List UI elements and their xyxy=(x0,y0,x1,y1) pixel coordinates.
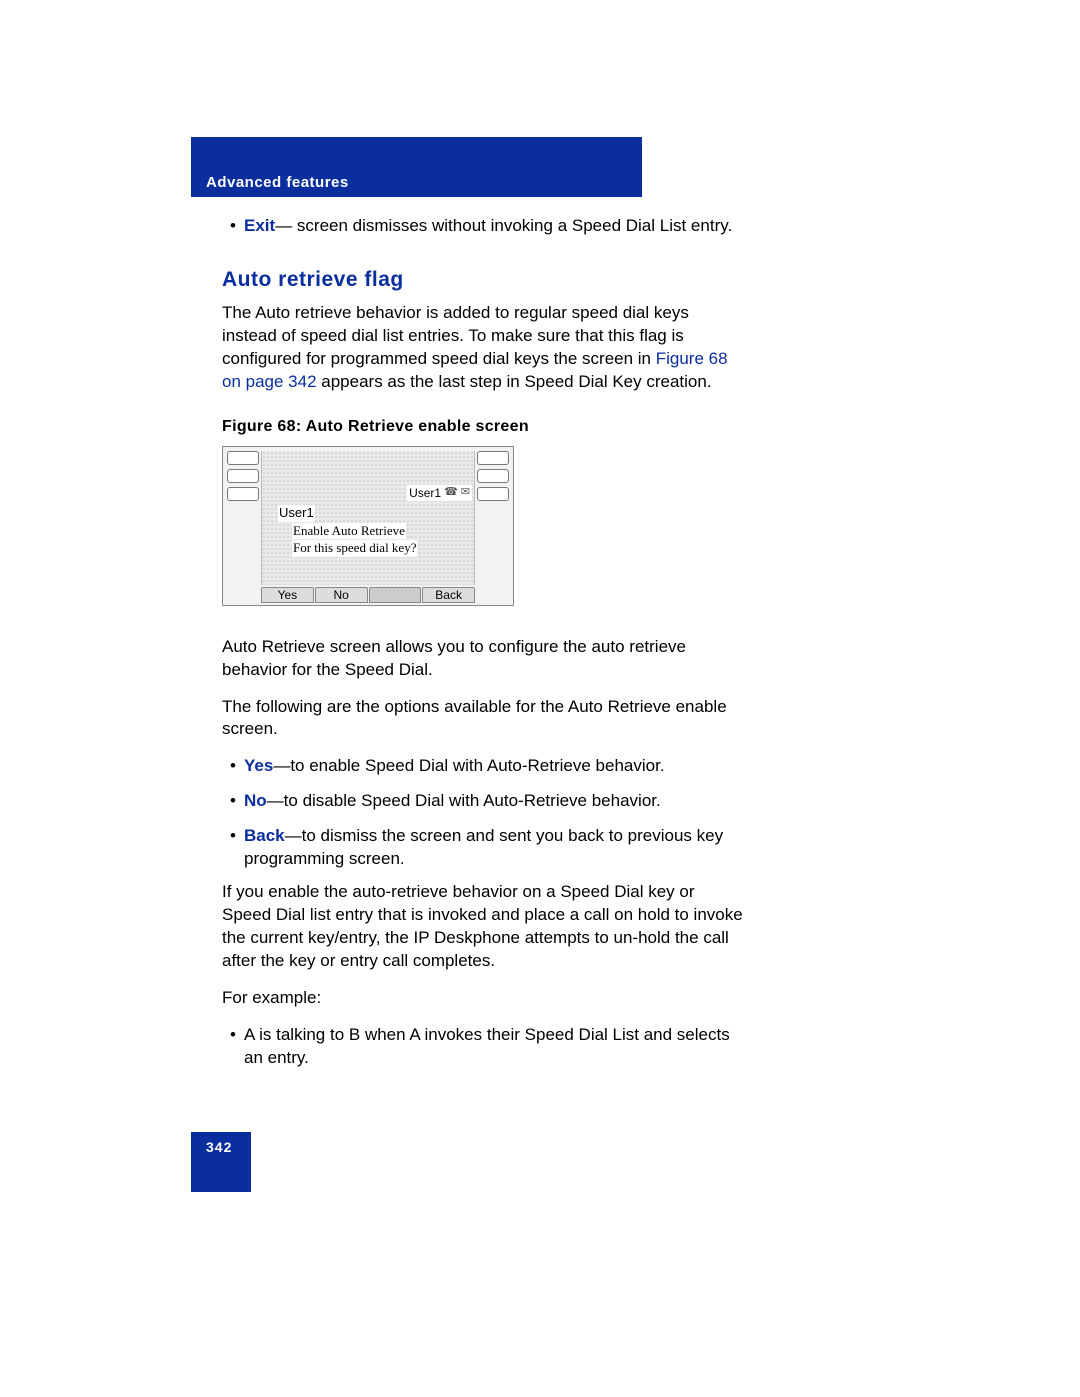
page-number: 342 xyxy=(206,1139,232,1155)
bullet-dot-icon: • xyxy=(222,755,244,778)
option-yes-desc: —to enable Speed Dial with Auto-Retrieve… xyxy=(273,756,664,775)
option-back-text: Back—to dismiss the screen and sent you … xyxy=(244,825,747,871)
option-no-row: • No—to disable Speed Dial with Auto-Ret… xyxy=(222,790,747,813)
option-no-desc: —to disable Speed Dial with Auto-Retriev… xyxy=(267,791,661,810)
option-back-row: • Back—to dismiss the screen and sent yo… xyxy=(222,825,747,871)
phone-line-2: Enable Auto Retrieve xyxy=(292,523,406,540)
phone-left-keys xyxy=(227,451,259,501)
option-back-label: Back xyxy=(244,826,285,845)
para-auto-1a: The Auto retrieve behavior is added to r… xyxy=(222,303,689,368)
bullet-exit: • Exit— screen dismisses without invokin… xyxy=(222,215,747,238)
example-bullet-row: • A is talking to B when A invokes their… xyxy=(222,1024,747,1070)
header-bar: Advanced features xyxy=(191,137,642,197)
softkey-no: No xyxy=(315,587,368,603)
paragraph-options-intro: The following are the options available … xyxy=(222,696,747,742)
page-content: • Exit— screen dismisses without invokin… xyxy=(222,215,747,1074)
example-bullet-text: A is talking to B when A invokes their S… xyxy=(244,1024,747,1070)
heading-auto-retrieve: Auto retrieve flag xyxy=(222,266,747,294)
phone-line-1: User1 xyxy=(278,505,315,522)
bullet-dot-icon: • xyxy=(222,825,244,871)
feature-key xyxy=(227,451,259,465)
option-no-label: No xyxy=(244,791,267,810)
feature-key xyxy=(477,451,509,465)
message-icon: ✉ xyxy=(461,485,470,500)
feature-key xyxy=(477,487,509,501)
phone-prompt-block: User1 Enable Auto Retrieve For this spee… xyxy=(278,505,417,559)
paragraph-after-figure: Auto Retrieve screen allows you to confi… xyxy=(222,636,747,682)
para-auto-1b: appears as the last step in Speed Dial K… xyxy=(317,372,712,391)
option-yes-text: Yes—to enable Speed Dial with Auto-Retri… xyxy=(244,755,747,778)
option-yes-row: • Yes—to enable Speed Dial with Auto-Ret… xyxy=(222,755,747,778)
softkey-yes: Yes xyxy=(261,587,314,603)
phone-screen-figure: User1 ☎ ✉ User1 Enable Auto Retrieve For… xyxy=(222,446,514,606)
bullet-dot-icon: • xyxy=(222,215,244,238)
feature-key xyxy=(227,469,259,483)
handset-icon: ☎ xyxy=(444,485,458,500)
paragraph-example-intro: For example: xyxy=(222,987,747,1010)
bullet-dot-icon: • xyxy=(222,1024,244,1070)
phone-softkey-row: Yes No Back xyxy=(261,587,475,603)
bullet-exit-text: Exit— screen dismisses without invoking … xyxy=(244,215,747,238)
option-back-desc: —to dismiss the screen and sent you back… xyxy=(244,826,723,868)
phone-user-badge: User1 xyxy=(409,485,441,501)
phone-display-body: User1 ☎ ✉ User1 Enable Auto Retrieve For… xyxy=(261,451,475,585)
header-section-title: Advanced features xyxy=(206,174,349,191)
paragraph-enable-note: If you enable the auto-retrieve behavior… xyxy=(222,881,747,973)
option-no-text: No—to disable Speed Dial with Auto-Retri… xyxy=(244,790,747,813)
phone-line-3: For this speed dial key? xyxy=(292,540,417,557)
figure-caption: Figure 68: Auto Retrieve enable screen xyxy=(222,416,747,438)
bullet-dot-icon: • xyxy=(222,790,244,813)
exit-label: Exit xyxy=(244,216,275,235)
exit-desc: — screen dismisses without invoking a Sp… xyxy=(275,216,732,235)
paragraph-auto-intro: The Auto retrieve behavior is added to r… xyxy=(222,302,747,394)
softkey-blank xyxy=(369,587,422,603)
footer-bar: 342 xyxy=(191,1132,251,1192)
option-yes-label: Yes xyxy=(244,756,273,775)
softkey-back: Back xyxy=(422,587,475,603)
feature-key xyxy=(477,469,509,483)
phone-status-line: User1 ☎ ✉ xyxy=(407,485,472,501)
phone-right-keys xyxy=(477,451,509,501)
feature-key xyxy=(227,487,259,501)
